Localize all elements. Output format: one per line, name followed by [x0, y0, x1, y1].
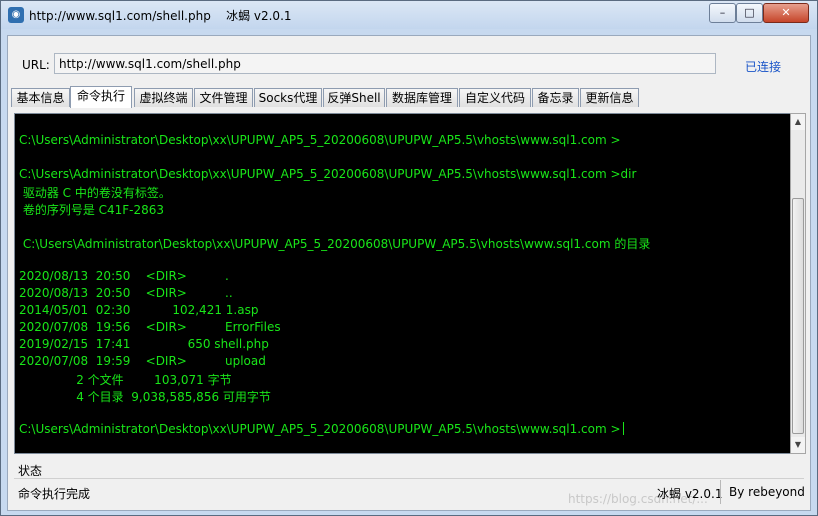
status-message: 命令执行完成: [18, 487, 91, 501]
console-line: 2020/08/13 20:50 <DIR> .: [19, 269, 229, 283]
scroll-down-icon[interactable]: ▼: [791, 437, 805, 453]
tab-command-exec[interactable]: 命令执行: [70, 86, 132, 108]
connection-status[interactable]: 已连接: [745, 58, 781, 75]
vertical-scrollbar[interactable]: ▲ ▼: [790, 113, 806, 454]
close-button[interactable]: ✕: [763, 3, 809, 23]
tab-update-info[interactable]: 更新信息: [580, 88, 639, 107]
status-section-label: 状态: [18, 464, 43, 478]
tab-reverse-shell[interactable]: 反弹Shell: [323, 88, 385, 107]
console-prompt: C:\Users\Administrator\Desktop\xx\UPUPW_…: [19, 422, 621, 436]
app-window: ◉ http://www.sql1.com/shell.php 冰蝎 v2.0.…: [0, 0, 818, 516]
minimize-button[interactable]: –: [709, 3, 736, 23]
status-separator: [720, 480, 721, 504]
console-line: 2019/02/15 17:41 650 shell.php: [19, 337, 269, 351]
console-line: 卷的序列号是 C41F-2863: [19, 203, 165, 217]
console-output[interactable]: C:\Users\Administrator\Desktop\xx\UPUPW_…: [14, 113, 791, 454]
title-bar[interactable]: ◉ http://www.sql1.com/shell.php 冰蝎 v2.0.…: [1, 1, 817, 29]
tab-basic-info[interactable]: 基本信息: [11, 88, 70, 107]
scroll-up-icon[interactable]: ▲: [791, 114, 805, 130]
console-line: C:\Users\Administrator\Desktop\xx\UPUPW_…: [19, 167, 637, 181]
console-line: C:\Users\Administrator\Desktop\xx\UPUPW_…: [19, 133, 621, 147]
tab-database-manager[interactable]: 数据库管理: [386, 88, 458, 107]
tab-virtual-terminal[interactable]: 虚拟终端: [134, 88, 193, 107]
url-input[interactable]: [54, 53, 716, 74]
status-divider: [14, 478, 804, 479]
console-prompt-line[interactable]: C:\Users\Administrator\Desktop\xx\UPUPW_…: [19, 422, 624, 436]
tab-socks-proxy[interactable]: Socks代理: [254, 88, 322, 107]
console-line: 2 个文件 103,071 字节: [19, 373, 232, 387]
console-line: 2020/07/08 19:59 <DIR> upload: [19, 354, 266, 368]
window-title: http://www.sql1.com/shell.php 冰蝎 v2.0.1: [29, 9, 292, 23]
console-line: 驱动器 C 中的卷没有标签。: [19, 186, 171, 200]
console-line: 2020/07/08 19:56 <DIR> ErrorFiles: [19, 320, 281, 334]
author-label: By rebeyond: [729, 485, 805, 499]
tab-memo[interactable]: 备忘录: [532, 88, 579, 107]
maximize-button[interactable]: □: [736, 3, 763, 23]
console-line: C:\Users\Administrator\Desktop\xx\UPUPW_…: [19, 237, 651, 251]
text-cursor: [622, 422, 624, 435]
scroll-thumb[interactable]: [792, 198, 804, 434]
app-version: 冰蝎 v2.0.1: [657, 487, 723, 501]
tab-file-manager[interactable]: 文件管理: [194, 88, 253, 107]
console-line: 2020/08/13 20:50 <DIR> ..: [19, 286, 233, 300]
url-label: URL:: [22, 58, 50, 72]
app-icon: ◉: [8, 7, 24, 23]
console-line: 4 个目录 9,038,585,856 可用字节: [19, 390, 271, 404]
tab-custom-code[interactable]: 自定义代码: [459, 88, 531, 107]
console-line: 2014/05/01 02:30 102,421 1.asp: [19, 303, 259, 317]
main-panel: URL: 已连接 基本信息 命令执行 虚拟终端 文件管理 Socks代理 反弹S…: [7, 35, 811, 511]
